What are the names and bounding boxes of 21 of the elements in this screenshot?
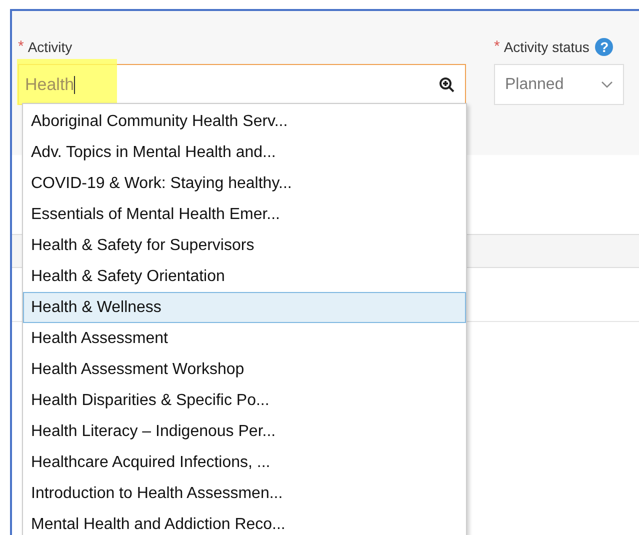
dropdown-option[interactable]: Health Assessment Workshop (23, 354, 466, 385)
dropdown-option[interactable]: Adv. Topics in Mental Health and... (23, 137, 466, 168)
field-label: Activity status (504, 38, 590, 57)
dropdown-option[interactable]: Health & Safety Orientation (23, 261, 466, 292)
required-asterisk: * (18, 36, 24, 57)
dropdown-option[interactable]: Introduction to Health Assessmen... (23, 478, 466, 509)
dropdown-option[interactable]: Mental Health and Addiction Reco... (23, 509, 466, 535)
required-asterisk: * (494, 36, 500, 57)
dropdown-option[interactable]: Health Assessment (23, 323, 466, 354)
dropdown-option[interactable]: Healthcare Acquired Infections, ... (23, 447, 466, 478)
dropdown-option[interactable]: Aboriginal Community Health Serv... (23, 106, 466, 137)
field-label: Activity (28, 38, 72, 57)
dropdown-option[interactable]: Health & Wellness (23, 292, 466, 323)
dropdown-option[interactable]: Health Literacy – Indigenous Per... (23, 416, 466, 447)
dropdown-option[interactable]: COVID-19 & Work: Staying healthy... (23, 168, 466, 199)
chevron-down-icon (601, 80, 613, 88)
dropdown-option[interactable]: Essentials of Mental Health Emer... (23, 199, 466, 230)
dropdown-option[interactable]: Health & Safety for Supervisors (23, 230, 466, 261)
status-select[interactable]: Planned (494, 64, 624, 105)
dropdown-option[interactable]: Health Disparities & Specific Po... (23, 385, 466, 416)
zoom-in-icon[interactable] (439, 76, 455, 92)
